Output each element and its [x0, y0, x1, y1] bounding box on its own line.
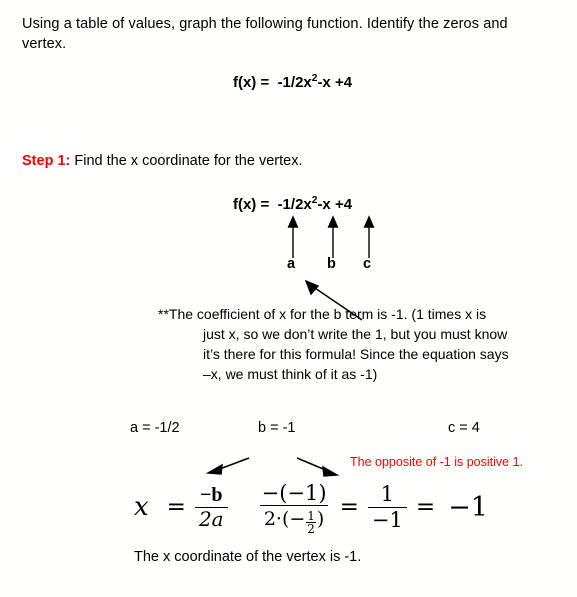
coefficient-letter-c: c — [363, 256, 372, 272]
note-line-1: **The coefficient of x for the b term is… — [158, 306, 487, 322]
formula-denominator-mini-denominator: 2 — [306, 522, 316, 537]
formula-equals-1: = — [166, 494, 186, 520]
note-line-4: –x, we must think of it as -1) — [203, 366, 378, 382]
diagonal-arrow-icon-head — [304, 279, 320, 296]
step-text: Find the x coordinate for the vertex. — [74, 153, 303, 169]
closing-sentence: The x coordinate of the vertex is -1. — [134, 549, 362, 565]
slide-canvas: Using a table of values, graph the follo… — [0, 0, 577, 597]
formula-denominator-tail: ) — [316, 507, 325, 530]
formula-denominator-mini-fraction: 1 2 — [306, 510, 316, 535]
function-equation-second-inner: f(x) = -1/2x2-x +4 — [232, 195, 353, 213]
note-line-3: it’s there for this formula! Since the e… — [203, 346, 509, 362]
note-paragraph: **The coefficient of x for the b term is… — [158, 304, 558, 384]
formula-fraction-simplified: 1 −1 — [367, 482, 407, 531]
arrow-pointing-left-icon-head — [205, 463, 223, 475]
coefficient-letter-row: a b c — [285, 256, 395, 276]
coefficient-value-a: a = -1/2 — [130, 420, 180, 436]
coefficient-letter-b: b — [327, 256, 336, 272]
formula-denominator-inline: 2·(− 1 2 ) — [263, 507, 325, 535]
formula-denominator-mini-numerator: 1 — [307, 509, 315, 524]
formula-fraction-substituted: −(−1) 2·(− 1 2 ) — [258, 480, 331, 535]
coefficient-letter-a: a — [287, 256, 296, 272]
up-arrow-icon-a-head — [287, 215, 299, 228]
function-equation-main: f(x) = -1/2x2-x +4 — [0, 73, 577, 91]
up-arrow-icon-b-head — [327, 215, 339, 228]
equation-main-rhs-a: -1/2x — [277, 74, 312, 91]
coefficient-arrows-svg — [287, 215, 375, 258]
up-arrow-icon-c-head — [363, 215, 375, 228]
formula-fraction-general-numerator: −b — [200, 483, 223, 506]
step-line: Step 1: Find the x coordinate for the ve… — [22, 153, 302, 169]
step-label: Step 1: — [22, 153, 71, 169]
formula-variable-x: x — [134, 492, 149, 522]
formula-result: −1 — [448, 491, 488, 523]
formula-fraction-simplified-numerator: 1 — [380, 482, 395, 507]
formula-fraction-simplified-denominator: −1 — [367, 506, 407, 531]
formula-fraction-general: −b 2a — [194, 483, 228, 530]
equation-second-lhs: f(x) = — [232, 196, 270, 213]
function-equation-second: f(x) = -1/2x2-x +4 — [0, 195, 577, 213]
formula-fraction-substituted-numerator: −(−1) — [261, 480, 327, 505]
equation-second-rhs-a: -1/2x — [277, 196, 312, 213]
coefficient-arrows-group — [285, 215, 395, 260]
equation-main-rhs-b: -x +4 — [317, 74, 353, 91]
vertex-formula-line: x = −b 2a −(−1) 2·(− 1 2 ) = 1 −1 = −1 — [134, 474, 488, 540]
formula-denominator-lead: 2·(− — [263, 507, 306, 530]
formula-equals-2: = — [339, 494, 359, 520]
function-equation-main-inner: f(x) = -1/2x2-x +4 — [232, 73, 353, 91]
note-line-2: just x, so we don’t write the 1, but you… — [203, 326, 508, 342]
formula-fraction-substituted-denominator: 2·(− 1 2 ) — [259, 504, 329, 535]
formula-equals-3: = — [415, 494, 436, 520]
coefficient-values-row: a = -1/2 b = -1 c = 4 — [0, 420, 577, 442]
coefficient-value-b: b = -1 — [258, 420, 296, 436]
formula-fraction-general-denominator: 2a — [194, 506, 228, 530]
equation-main-lhs: f(x) = — [232, 74, 270, 91]
intro-paragraph: Using a table of values, graph the follo… — [22, 16, 508, 52]
coefficient-value-c: c = 4 — [448, 420, 480, 436]
red-annotation: The opposite of -1 is positive 1. — [350, 455, 524, 469]
equation-second-rhs-b: -x +4 — [317, 196, 353, 213]
